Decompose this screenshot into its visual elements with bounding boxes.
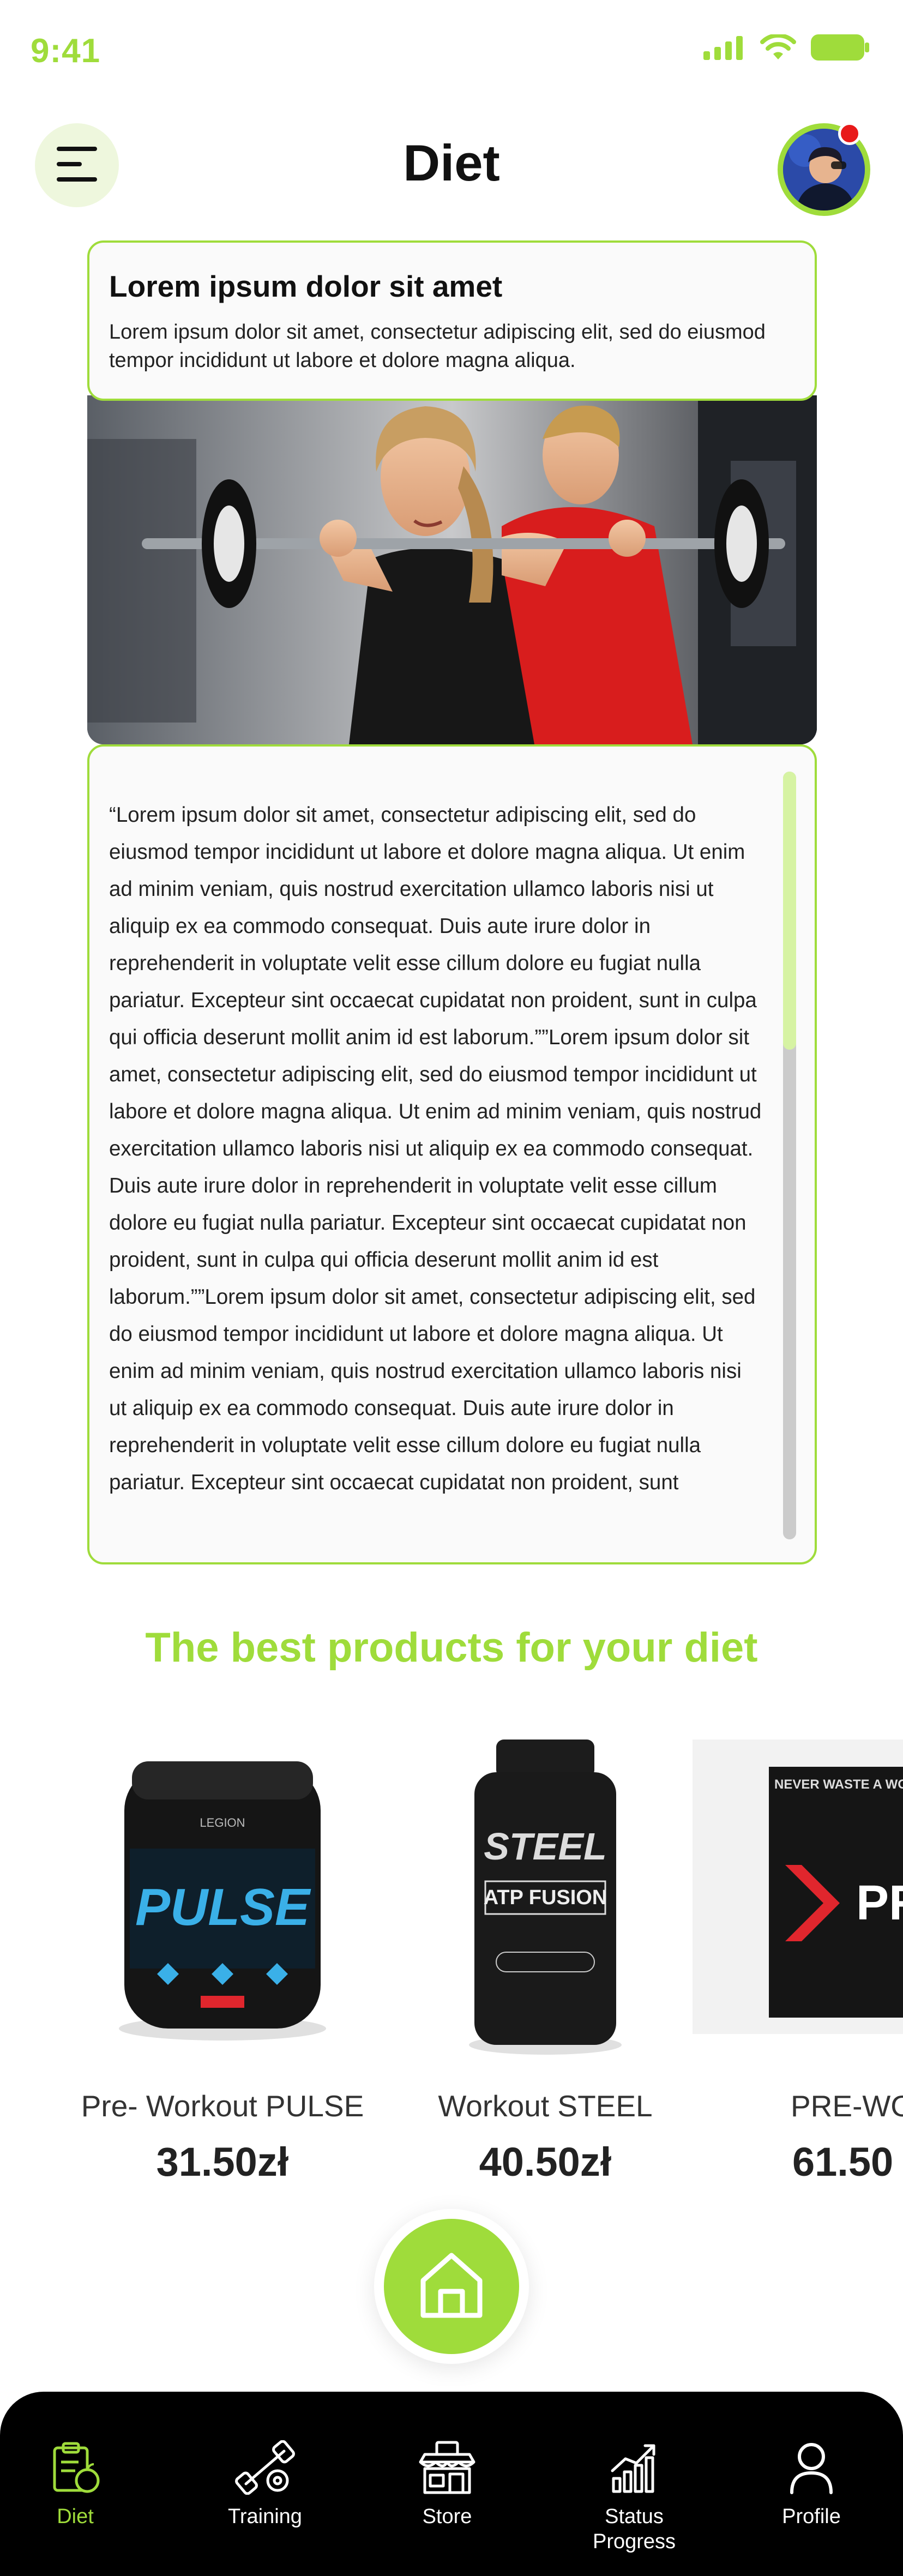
intro-text: Lorem ipsum dolor sit amet, consectetur … <box>109 321 766 372</box>
nav-item-store[interactable]: Store <box>376 2439 518 2529</box>
products-title: The best products for your diet <box>145 1624 758 1671</box>
bottom-nav: Diet Training Store Status Progress Prof… <box>0 2392 903 2576</box>
product-card-steel[interactable]: STEEL ATP FUSION Workout STEEL 40.50zł <box>404 1740 687 2185</box>
nav-item-training[interactable]: Training <box>194 2439 336 2529</box>
product-price: 61.50 <box>792 2139 894 2184</box>
notification-badge <box>838 122 861 145</box>
home-button[interactable] <box>384 2219 519 2354</box>
product-image: LEGION PULSE <box>81 1740 364 2056</box>
intro-card: Lorem ipsum dolor sit amet Lorem ipsum d… <box>87 240 817 401</box>
scrollbar-thumb[interactable] <box>783 772 796 1050</box>
chart-icon <box>607 2440 661 2497</box>
profile-icon <box>784 2440 839 2497</box>
diet-clipboard-icon <box>48 2440 103 2497</box>
nav-label: Status Progress <box>592 2505 676 2553</box>
dumbbell-icon <box>235 2440 295 2497</box>
signal-icon <box>703 35 746 63</box>
status-icons <box>703 33 870 64</box>
battery-icon <box>810 34 870 64</box>
wifi-icon <box>760 33 796 63</box>
scrollbar[interactable] <box>783 772 796 1539</box>
product-name: Pre- Workout PULSE <box>81 2089 364 2123</box>
article-card[interactable]: “Lorem ipsum dolor sit amet, consectetur… <box>87 744 817 1564</box>
page-title: Diet <box>403 134 500 191</box>
svg-text:ATP FUSION: ATP FUSION <box>484 1886 607 1909</box>
home-icon <box>419 2251 484 2322</box>
intro-title: Lorem ipsum dolor sit amet <box>109 269 503 303</box>
nav-label: Training <box>228 2505 302 2528</box>
article-text: “Lorem ipsum dolor sit amet, consectetur… <box>109 803 762 1494</box>
nav-item-status-progress[interactable]: Status Progress <box>563 2439 705 2554</box>
hero-image <box>87 395 817 744</box>
nav-item-diet[interactable]: Diet <box>4 2439 146 2529</box>
svg-text:STEEL: STEEL <box>484 1825 607 1868</box>
product-price: 40.50zł <box>479 2139 612 2184</box>
nav-label: Diet <box>57 2505 94 2528</box>
status-bar: 9:41 <box>0 0 903 104</box>
svg-text:LEGION: LEGION <box>200 1816 245 1829</box>
svg-text:PULSE: PULSE <box>135 1878 311 1936</box>
store-icon <box>417 2440 477 2497</box>
svg-text:NEVER WASTE A WORK: NEVER WASTE A WORK <box>774 1777 903 1792</box>
product-image: STEEL ATP FUSION <box>404 1740 687 2056</box>
nav-item-profile[interactable]: Profile <box>741 2439 882 2529</box>
product-name: Workout STEEL <box>438 2089 653 2123</box>
nav-label: Profile <box>782 2505 841 2528</box>
product-price: 31.50zł <box>156 2139 289 2184</box>
product-card-pre-workout[interactable]: NEVER WASTE A WORK PR PRE-WO 61.50 <box>693 1740 903 2185</box>
product-card-pulse[interactable]: LEGION PULSE Pre- Workout PULSE 31.50zł <box>81 1740 364 2185</box>
svg-text:PR: PR <box>856 1876 903 1930</box>
nav-label: Store <box>422 2505 472 2528</box>
product-name: PRE-WO <box>791 2089 903 2123</box>
status-time: 9:41 <box>31 32 101 70</box>
product-image: NEVER WASTE A WORK PR <box>693 1740 903 2056</box>
